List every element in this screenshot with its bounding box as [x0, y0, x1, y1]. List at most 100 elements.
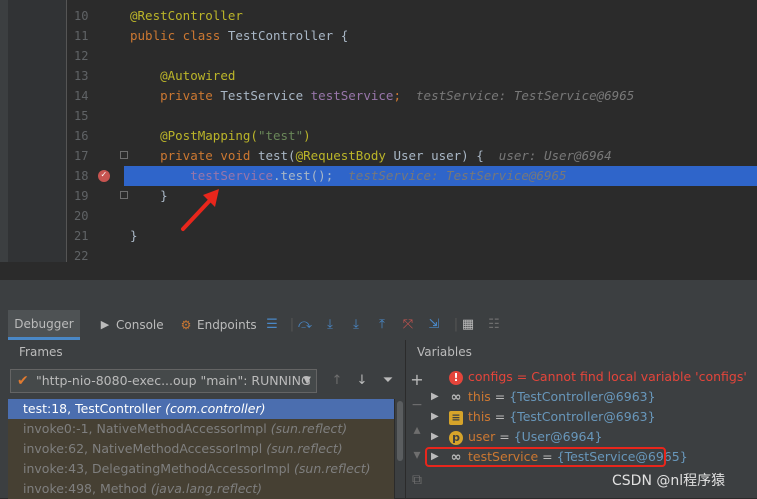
line-number: 17: [74, 149, 89, 163]
line-number: 19: [74, 189, 89, 203]
copy-icon[interactable]: ⧉: [410, 472, 424, 488]
drop-frame-icon[interactable]: ⤧: [400, 317, 416, 333]
code-token: ;: [393, 88, 417, 103]
frames-title: Frames: [19, 345, 63, 359]
code-token: testService: [190, 168, 274, 183]
variable-value: {TestController@6963}: [509, 409, 656, 424]
fold-icon[interactable]: [120, 151, 128, 159]
tab-debugger[interactable]: Debugger: [8, 310, 80, 340]
line-number: 20: [74, 209, 89, 223]
trace-icon[interactable]: ☷: [486, 317, 502, 333]
expand-arrow-icon[interactable]: ▶: [431, 388, 439, 406]
code-token: TestController {: [227, 28, 349, 43]
frame-row[interactable]: invoke:43, DelegatingMethodAccessorImpl …: [8, 459, 394, 479]
code-line[interactable]: @RestController: [130, 6, 243, 26]
line-number: 18: [74, 169, 89, 183]
param-icon: p: [449, 430, 463, 445]
variable-row[interactable]: ≡ this = {TestController@6963}: [449, 407, 656, 427]
arrow-up-icon[interactable]: ↑: [329, 373, 345, 389]
code-token: @Autowired: [160, 68, 236, 83]
chevron-down-icon: ▼: [303, 375, 311, 386]
expand-arrow-icon[interactable]: ▶: [431, 428, 439, 446]
frame-method: invoke:62, NativeMethodAccessorImpl: [23, 441, 263, 456]
scrollbar-thumb[interactable]: [397, 401, 403, 461]
equals-sign: =: [495, 429, 514, 444]
code-token: TestService: [220, 88, 311, 103]
code-token: "test": [257, 128, 304, 143]
frame-row[interactable]: test:18, TestController (com.controller): [8, 399, 394, 419]
code-token: .test();: [273, 168, 349, 183]
code-line[interactable]: }: [130, 226, 138, 246]
panel-splitter[interactable]: [0, 280, 757, 310]
move-up-icon[interactable]: ▴: [410, 422, 424, 438]
variable-name: this: [468, 389, 491, 404]
code-token: @PostMapping(: [160, 128, 258, 143]
error-icon: !: [449, 370, 463, 385]
code-token: testService: [310, 88, 394, 103]
thread-select[interactable]: ✔ "http-nio-8080-exec...oup "main": RUNN…: [10, 369, 317, 393]
code-line[interactable]: private TestService testService; testSer…: [130, 86, 634, 106]
variable-row[interactable]: ∞ this = {TestController@6963}: [449, 387, 656, 407]
code-line[interactable]: private void test(@RequestBody User user…: [130, 146, 612, 166]
move-down-icon[interactable]: ▾: [410, 447, 424, 463]
step-into-icon[interactable]: ⤓: [322, 317, 338, 333]
frame-package: (sun.reflect): [294, 461, 371, 476]
variable-name: configs: [468, 369, 513, 384]
frame-method: test:18, TestController: [23, 401, 162, 416]
step-out-icon[interactable]: ⤒: [374, 317, 390, 333]
code-line[interactable]: @Autowired: [130, 66, 235, 86]
code-line[interactable]: }: [130, 186, 168, 206]
fold-icon[interactable]: [120, 191, 128, 199]
check-icon: ✔: [17, 373, 29, 389]
code-token: }: [130, 188, 168, 203]
show-execution-point-icon[interactable]: ☰: [264, 317, 280, 333]
frame-package: (com.controller): [165, 401, 266, 416]
code-line[interactable]: public class TestController {: [130, 26, 348, 46]
inline-value-hint: user: User@6964: [498, 148, 612, 163]
frames-scrollbar[interactable]: [394, 399, 405, 498]
left-tool-strip: [0, 0, 8, 280]
tab-endpoints[interactable]: Endpoints: [197, 310, 257, 340]
breakpoint-check-icon: ✓: [101, 170, 107, 180]
watch-icon: ∞: [450, 389, 462, 405]
field-icon: ≡: [449, 410, 463, 425]
expand-arrow-icon[interactable]: ▶: [431, 408, 439, 426]
code-token: User user) {: [393, 148, 499, 163]
frame-row[interactable]: invoke:498, Method (java.lang.reflect): [8, 479, 394, 499]
code-line[interactable]: @PostMapping("test"): [130, 126, 311, 146]
variable-value: Cannot find local variable 'configs': [531, 369, 747, 384]
filter-icon[interactable]: ⏷: [380, 373, 396, 389]
code-token: private: [160, 88, 221, 103]
line-number: 12: [74, 49, 89, 63]
code-editor[interactable]: [0, 0, 757, 262]
console-icon: ▶: [100, 318, 110, 331]
code-token: @RestController: [130, 8, 243, 23]
evaluate-expression-icon[interactable]: ▦: [460, 317, 476, 333]
add-watch-icon[interactable]: +: [410, 372, 424, 388]
tab-console[interactable]: Console: [116, 310, 164, 340]
frame-row[interactable]: invoke:62, NativeMethodAccessorImpl (sun…: [8, 439, 394, 459]
variable-row[interactable]: p user = {User@6964}: [449, 427, 602, 447]
variables-title: Variables: [417, 345, 472, 359]
step-over-icon[interactable]: ⤼: [297, 317, 313, 333]
force-step-into-icon[interactable]: ⤓: [348, 317, 364, 333]
line-number: 14: [74, 89, 89, 103]
annotation-arrow-icon: [181, 189, 219, 231]
code-token: test(: [257, 148, 296, 163]
arrow-down-icon[interactable]: ↓: [354, 373, 370, 389]
watermark: CSDN @nl程序猿: [612, 473, 726, 489]
variable-row[interactable]: ! configs = Cannot find local variable 'c…: [449, 367, 747, 387]
variable-name: this: [468, 409, 491, 424]
line-number: 21: [74, 229, 89, 243]
variable-value: {TestController@6963}: [509, 389, 656, 404]
code-token: @RequestBody: [295, 148, 394, 163]
code-line[interactable]: testService.test(); testService: TestSer…: [130, 166, 566, 186]
remove-watch-icon[interactable]: −: [410, 397, 424, 413]
code-token: public class: [130, 28, 228, 43]
frame-row[interactable]: invoke0:-1, NativeMethodAccessorImpl (su…: [8, 419, 394, 439]
line-number: 15: [74, 109, 89, 123]
run-to-cursor-icon[interactable]: ⇲: [426, 317, 442, 333]
variable-value: {User@6964}: [513, 429, 603, 444]
